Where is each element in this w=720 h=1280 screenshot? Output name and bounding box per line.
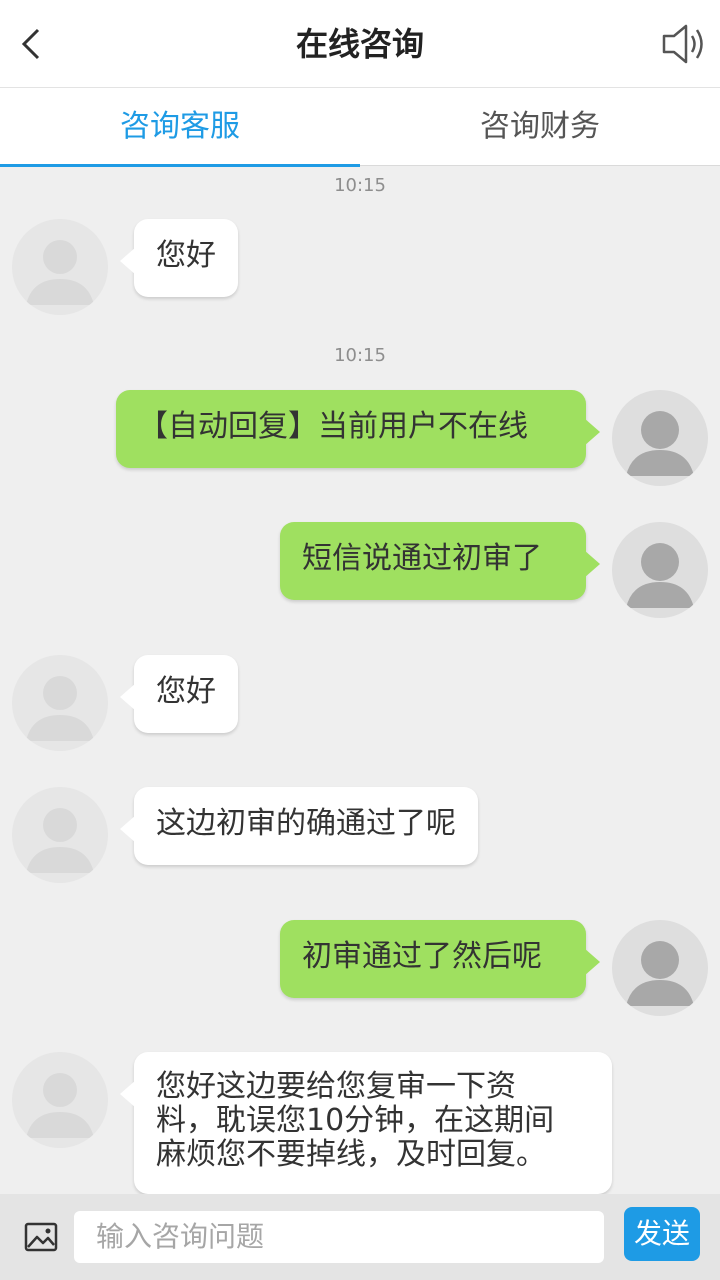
user-silhouette-icon bbox=[26, 676, 94, 741]
send-button[interactable]: 发送 bbox=[624, 1207, 700, 1261]
message-bubble: 您好 bbox=[120, 219, 238, 297]
user-silhouette-icon bbox=[626, 941, 694, 1006]
avatar bbox=[612, 920, 708, 1016]
user-silhouette-icon bbox=[26, 1073, 94, 1138]
avatar bbox=[12, 787, 108, 883]
speaker-icon[interactable] bbox=[660, 22, 708, 66]
message-line: 料，耽误您10分钟，在这期间 bbox=[156, 1103, 555, 1138]
user-silhouette-icon bbox=[626, 543, 694, 608]
avatar bbox=[12, 1052, 108, 1148]
user-silhouette-icon bbox=[26, 808, 94, 873]
message-bubble: 【自动回复】当前用户不在线 bbox=[116, 390, 600, 468]
avatar bbox=[12, 219, 108, 315]
timestamp: 10:15 bbox=[334, 345, 386, 366]
image-icon[interactable] bbox=[24, 1220, 58, 1254]
tab-finance[interactable]: 咨询财务 bbox=[360, 88, 720, 166]
message-bubble: 初审通过了然后呢 bbox=[280, 920, 600, 998]
message-bubble: 这边初审的确通过了呢 bbox=[120, 787, 478, 865]
tab-customer-service[interactable]: 咨询客服 bbox=[0, 88, 360, 167]
tab-bar: 咨询客服 咨询财务 bbox=[0, 88, 720, 167]
message-line: 您好这边要给您复审一下资 bbox=[156, 1069, 516, 1104]
header: 在线咨询 bbox=[0, 0, 720, 88]
user-silhouette-icon bbox=[26, 240, 94, 305]
chat-area[interactable]: 10:15 您好 10:15 【自动回复】当前用户不在线 短信说通过初审了 您好 bbox=[0, 166, 720, 1194]
message-bubble: 您好 bbox=[120, 655, 238, 733]
page-title: 在线咨询 bbox=[295, 25, 424, 63]
avatar bbox=[612, 390, 708, 486]
message-bubble: 您好这边要给您复审一下资 料，耽误您10分钟，在这期间 麻烦您不要掉线，及时回复… bbox=[120, 1052, 612, 1194]
avatar bbox=[12, 655, 108, 751]
message-line: 麻烦您不要掉线，及时回复。 bbox=[156, 1137, 546, 1172]
question-input[interactable] bbox=[74, 1211, 604, 1263]
avatar bbox=[612, 522, 708, 618]
user-silhouette-icon bbox=[626, 411, 694, 476]
timestamp: 10:15 bbox=[334, 175, 386, 196]
message-bubble: 短信说通过初审了 bbox=[280, 522, 600, 600]
input-bar: 发送 bbox=[0, 1194, 720, 1280]
